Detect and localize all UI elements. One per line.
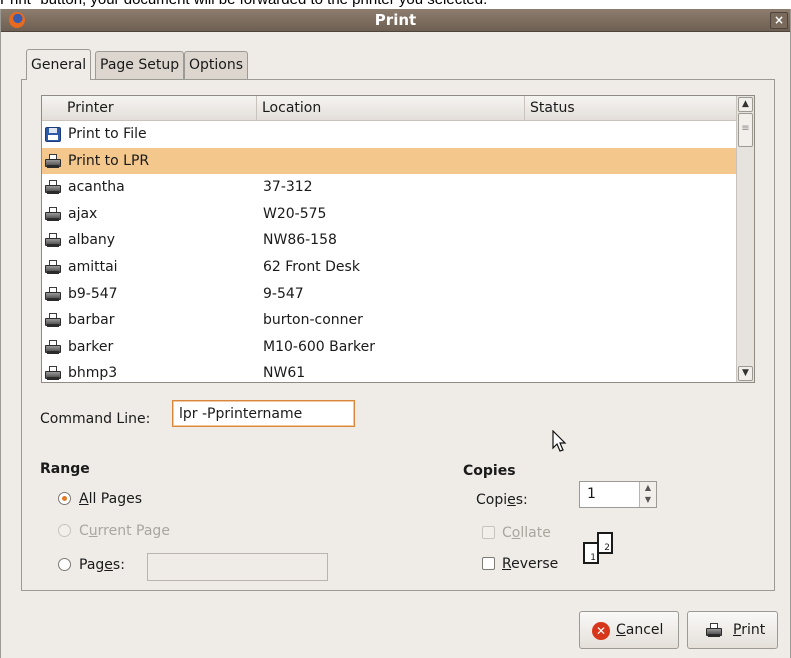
copies-spinbutton[interactable]: 1 ▲ ▼ xyxy=(579,481,657,508)
command-line-label: Command Line: xyxy=(40,411,151,427)
printer-row-print-to-file[interactable]: Print to File xyxy=(42,121,736,148)
printer-location: 9-547 xyxy=(263,285,304,302)
printer-row-barbar[interactable]: barbar burton-conner xyxy=(42,307,736,334)
radio-indicator xyxy=(58,492,71,505)
printer-icon xyxy=(45,206,61,222)
mouse-cursor-icon xyxy=(552,430,567,452)
mnemonic-char: e xyxy=(507,492,516,508)
printer-name: Print to LPR xyxy=(68,152,150,169)
tab-page-setup[interactable]: Page Setup xyxy=(95,51,185,79)
radio-label-pages: Pages: xyxy=(79,557,125,573)
spin-up-button[interactable]: ▲ xyxy=(640,482,656,494)
reverse-label: Reverse xyxy=(502,556,559,572)
close-button[interactable]: × xyxy=(770,12,788,29)
general-panel: Printer Location Status Print to File Pr… xyxy=(21,79,775,591)
mnemonic-char: o xyxy=(511,525,521,541)
mnemonic-char: u xyxy=(88,523,98,539)
checkbox-indicator xyxy=(482,557,495,570)
printer-icon xyxy=(45,180,61,195)
column-status[interactable]: Status xyxy=(525,96,736,121)
pages-range-input[interactable] xyxy=(147,553,328,581)
mnemonic-char: P xyxy=(733,622,742,638)
checkbox-indicator xyxy=(482,526,495,539)
save-file-icon xyxy=(45,127,61,142)
radio-indicator xyxy=(58,524,71,537)
printer-location: W20-575 xyxy=(263,205,327,222)
printer-icon xyxy=(45,313,61,328)
printer-name: albany xyxy=(68,232,116,249)
printer-list-header: Printer Location Status xyxy=(42,96,754,121)
printer-location: M10-600 Barker xyxy=(263,338,376,355)
scrollbar-thumb[interactable]: ≡ xyxy=(738,113,753,147)
spin-buttons: ▲ ▼ xyxy=(639,482,656,507)
cancel-icon: ✕ xyxy=(592,622,610,640)
printer-row-print-to-lpr[interactable]: Print to LPR xyxy=(42,147,736,175)
printer-icon xyxy=(45,366,61,381)
print-button[interactable]: Print xyxy=(687,611,778,649)
scroll-down-button[interactable]: ▼ xyxy=(738,366,753,381)
radio-label-current-page: Current Page xyxy=(79,523,170,539)
cancel-label: Cancel xyxy=(616,622,664,638)
printer-icon xyxy=(45,339,61,355)
printer-list-scrollbar[interactable]: ▲ ≡ ▼ xyxy=(736,96,754,382)
printer-location: burton-conner xyxy=(263,312,363,329)
scroll-up-button[interactable]: ▲ xyxy=(738,97,753,112)
printer-row-acantha[interactable]: acantha 37-312 xyxy=(42,174,736,201)
printer-name: barker xyxy=(68,338,114,355)
mnemonic-char: C xyxy=(616,622,626,638)
printer-rows: Print to File Print to LPR acantha 37-31… xyxy=(42,121,736,382)
radio-label-all-pages: All Pages xyxy=(79,489,142,509)
tab-general[interactable]: General xyxy=(26,49,92,80)
printer-name: ajax xyxy=(68,205,98,222)
printer-icon xyxy=(706,623,722,638)
printer-name: barbar xyxy=(68,312,115,329)
copies-label: Copies: xyxy=(476,492,528,508)
printer-icon xyxy=(45,286,61,302)
preview-page-2: 2 xyxy=(597,532,613,554)
printer-location: 62 Front Desk xyxy=(263,258,360,275)
cancel-button[interactable]: ✕ Cancel xyxy=(579,611,679,649)
command-line-input[interactable] xyxy=(172,400,355,427)
collate-label: Collate xyxy=(502,525,551,541)
print-dialog: Print × General Page Setup Options Print… xyxy=(0,9,791,658)
copies-value[interactable]: 1 xyxy=(587,482,596,507)
titlebar: Print × xyxy=(1,9,790,32)
printer-location: NW61 xyxy=(263,365,306,382)
column-location[interactable]: Location xyxy=(257,96,525,121)
mnemonic-char: R xyxy=(502,556,512,572)
printer-name: Print to File xyxy=(68,126,147,142)
radio-indicator xyxy=(58,558,71,571)
printer-icon xyxy=(45,259,61,275)
print-label: Print xyxy=(733,622,766,638)
printer-location: 37-312 xyxy=(263,179,313,196)
printer-row-amittai[interactable]: amittai 62 Front Desk xyxy=(42,254,736,281)
column-printer[interactable]: Printer xyxy=(62,96,257,121)
printer-row-ajax[interactable]: ajax W20-575 xyxy=(42,201,736,228)
tab-options[interactable]: Options xyxy=(184,51,249,79)
dialog-title: Print xyxy=(374,11,417,29)
spin-down-button[interactable]: ▼ xyxy=(640,494,656,506)
printer-icon xyxy=(45,233,61,248)
collate-preview-icon: 2 1 xyxy=(583,532,623,572)
copies-title: Copies xyxy=(463,463,516,479)
range-title: Range xyxy=(40,461,90,477)
label-rest: ll Pages xyxy=(88,491,142,507)
printer-name: amittai xyxy=(68,258,118,275)
printer-row-barker[interactable]: barker M10-600 Barker xyxy=(42,334,736,361)
printer-icon xyxy=(45,153,61,169)
printer-list[interactable]: Printer Location Status Print to File Pr… xyxy=(41,95,755,383)
mnemonic-char: e xyxy=(104,557,113,573)
printer-location: NW86-158 xyxy=(263,232,337,249)
preview-page-1: 1 xyxy=(583,542,599,564)
printer-name: acantha xyxy=(68,179,125,196)
printer-row-b9-547[interactable]: b9-547 9-547 xyxy=(42,281,736,308)
mnemonic-char: A xyxy=(79,491,89,507)
printer-name: b9-547 xyxy=(68,285,118,302)
background-page-text: Print" button, your document will be for… xyxy=(0,0,487,9)
printer-row-bhmp3[interactable]: bhmp3 NW61 xyxy=(42,360,736,382)
printer-name: bhmp3 xyxy=(68,365,118,382)
printer-row-albany[interactable]: albany NW86-158 xyxy=(42,227,736,254)
